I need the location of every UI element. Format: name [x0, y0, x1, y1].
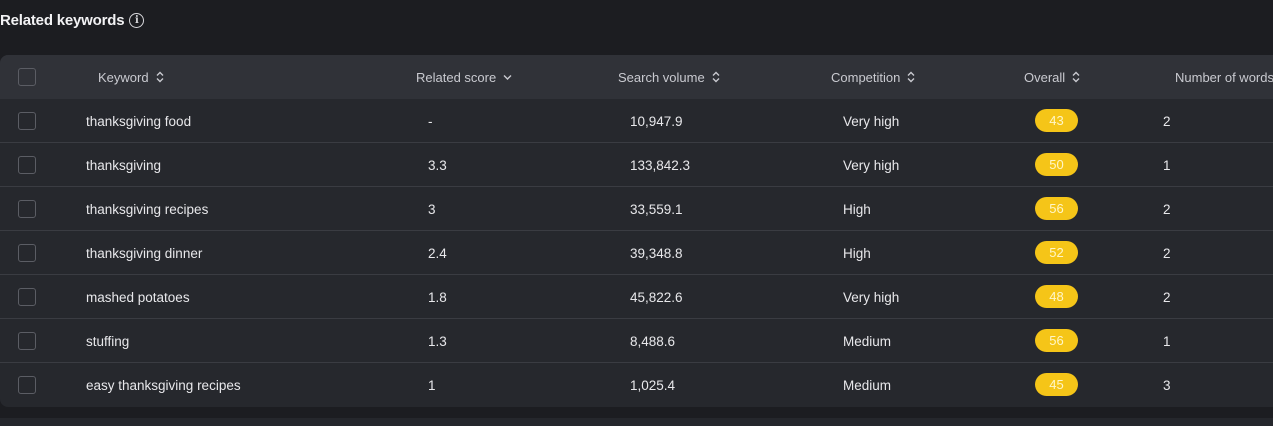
column-header-related-score[interactable]: Related score: [416, 55, 512, 99]
section-title-text: Related keywords: [0, 12, 125, 29]
column-header-overall[interactable]: Overall: [1024, 55, 1080, 99]
overall-score-badge: 45: [1035, 373, 1078, 396]
column-header-search-volume[interactable]: Search volume: [618, 55, 720, 99]
info-icon[interactable]: i: [129, 13, 145, 28]
competition-cell: Very high: [843, 157, 900, 173]
table-row[interactable]: easy thanksgiving recipes 1 1,025.4 Medi…: [0, 363, 1273, 407]
column-header-label: Keyword: [98, 69, 149, 85]
table-row[interactable]: thanksgiving recipes 3 33,559.1 High 56 …: [0, 187, 1273, 231]
row-checkbox[interactable]: [18, 200, 36, 218]
keyword-cell[interactable]: mashed potatoes: [86, 275, 190, 319]
overall-score-badge: 50: [1035, 153, 1078, 176]
row-checkbox[interactable]: [18, 332, 36, 350]
column-header-label: Related score: [416, 69, 497, 85]
select-all-checkbox[interactable]: [18, 68, 36, 86]
competition-cell: High: [843, 245, 871, 261]
keyword-cell[interactable]: thanksgiving dinner: [86, 231, 202, 275]
table-row[interactable]: thanksgiving dinner 2.4 39,348.8 High 52…: [0, 231, 1273, 275]
column-header-keyword[interactable]: Keyword: [98, 55, 164, 99]
row-checkbox[interactable]: [18, 112, 36, 130]
sort-both-icon: [1072, 71, 1080, 83]
word-count-cell: 2: [1163, 201, 1171, 217]
keyword-cell[interactable]: thanksgiving recipes: [86, 187, 208, 231]
search-volume-cell: 39,348.8: [630, 245, 683, 261]
related-score-cell: -: [428, 113, 433, 129]
word-count-cell: 2: [1163, 289, 1171, 305]
overall-score-badge: 52: [1035, 241, 1078, 264]
search-volume-cell: 1,025.4: [630, 377, 676, 393]
competition-cell: Very high: [843, 113, 900, 129]
search-volume-cell: 8,488.6: [630, 333, 676, 349]
column-header-label: Overall: [1024, 69, 1066, 85]
word-count-cell: 1: [1163, 333, 1171, 349]
column-header-label: Search volume: [618, 69, 705, 85]
sort-both-icon: [156, 71, 164, 83]
word-count-cell: 3: [1163, 377, 1171, 393]
column-header-label: Number of words: [1175, 69, 1273, 85]
divider: [0, 418, 1273, 426]
competition-cell: Medium: [843, 333, 892, 349]
keyword-cell[interactable]: thanksgiving food: [86, 99, 191, 143]
competition-cell: High: [843, 201, 871, 217]
related-score-cell: 3.3: [428, 157, 447, 173]
overall-score-badge: 43: [1035, 109, 1078, 132]
column-header-competition[interactable]: Competition: [831, 55, 915, 99]
table-row[interactable]: thanksgiving food - 10,947.9 Very high 4…: [0, 99, 1273, 143]
related-score-cell: 1.8: [428, 289, 447, 305]
search-volume-cell: 10,947.9: [630, 113, 683, 129]
row-checkbox[interactable]: [18, 156, 36, 174]
overall-score-badge: 56: [1035, 329, 1078, 352]
overall-score-badge: 48: [1035, 285, 1078, 308]
keyword-cell[interactable]: thanksgiving: [86, 143, 161, 187]
competition-cell: Medium: [843, 377, 892, 393]
section-title: Related keywords i: [0, 12, 145, 29]
sort-both-icon: [712, 71, 720, 83]
search-volume-cell: 33,559.1: [630, 201, 683, 217]
table-row[interactable]: thanksgiving 3.3 133,842.3 Very high 50 …: [0, 143, 1273, 187]
row-checkbox[interactable]: [18, 244, 36, 262]
keyword-cell[interactable]: easy thanksgiving recipes: [86, 363, 241, 407]
related-score-cell: 1: [428, 377, 436, 393]
search-volume-cell: 133,842.3: [630, 157, 691, 173]
overall-score-badge: 56: [1035, 197, 1078, 220]
table-row[interactable]: mashed potatoes 1.8 45,822.6 Very high 4…: [0, 275, 1273, 319]
related-score-cell: 1.3: [428, 333, 447, 349]
row-checkbox[interactable]: [18, 376, 36, 394]
table-row[interactable]: stuffing 1.3 8,488.6 Medium 56 1: [0, 319, 1273, 363]
search-volume-cell: 45,822.6: [630, 289, 683, 305]
related-score-cell: 2.4: [428, 245, 447, 261]
related-score-cell: 3: [428, 201, 436, 217]
word-count-cell: 2: [1163, 113, 1171, 129]
keywords-table: Keyword Related score Search volume Comp…: [0, 55, 1273, 407]
competition-cell: Very high: [843, 289, 900, 305]
column-header-number-of-words[interactable]: Number of words: [1175, 55, 1273, 99]
sort-down-icon: [503, 73, 512, 81]
row-checkbox[interactable]: [18, 288, 36, 306]
word-count-cell: 2: [1163, 245, 1171, 261]
table-header: Keyword Related score Search volume Comp…: [0, 55, 1273, 99]
column-header-label: Competition: [831, 69, 901, 85]
keyword-cell[interactable]: stuffing: [86, 319, 129, 363]
word-count-cell: 1: [1163, 157, 1171, 173]
sort-both-icon: [907, 71, 915, 83]
